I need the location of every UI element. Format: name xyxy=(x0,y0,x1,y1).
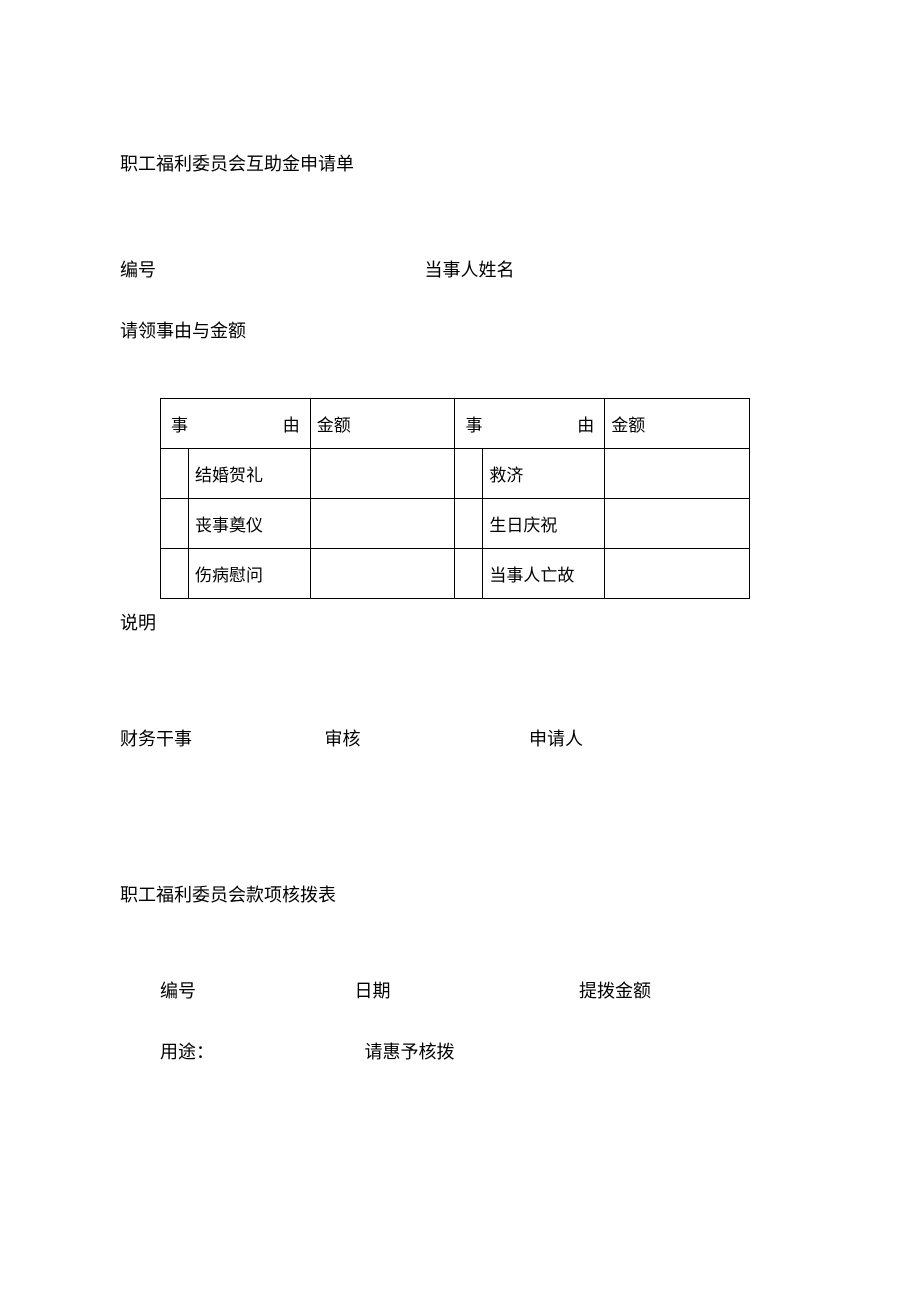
form1-row-fields: 编号 当事人姓名 xyxy=(120,256,800,282)
cell-check-right[interactable] xyxy=(455,449,483,499)
form1-explain-label: 说明 xyxy=(120,609,800,635)
table-row: 结婚贺礼 救济 xyxy=(161,449,750,499)
cell-item-left: 伤病慰问 xyxy=(188,549,310,599)
cell-amount-left[interactable] xyxy=(310,549,455,599)
form1-table-wrapper: 事 由 金额 事 由 金额 结婚贺礼 救济 xyxy=(120,398,800,599)
form1-number-label: 编号 xyxy=(120,256,420,282)
cell-check-right[interactable] xyxy=(455,549,483,599)
cell-item-right: 当事人亡故 xyxy=(483,549,605,599)
header-amount-left: 金额 xyxy=(310,399,455,449)
form2-row1: 编号 日期 提拨金额 xyxy=(120,977,800,1003)
cell-item-right: 生日庆祝 xyxy=(483,499,605,549)
header-reason-char2-right: 由 xyxy=(577,411,594,436)
table-header-row: 事 由 金额 事 由 金额 xyxy=(161,399,750,449)
cell-amount-right[interactable] xyxy=(605,499,750,549)
form2-title: 职工福利委员会款项核拨表 xyxy=(120,881,800,907)
table-row: 丧事奠仪 生日庆祝 xyxy=(161,499,750,549)
header-reason-left: 事 由 xyxy=(161,399,311,449)
form2-approval-label: 请惠予核拨 xyxy=(365,1038,455,1064)
cell-amount-left[interactable] xyxy=(310,449,455,499)
form1-reason-amount-label: 请领事由与金额 xyxy=(120,317,800,343)
cell-item-left: 结婚贺礼 xyxy=(188,449,310,499)
header-reason-char2-left: 由 xyxy=(283,411,300,436)
cell-check-left[interactable] xyxy=(161,549,189,599)
cell-amount-right[interactable] xyxy=(605,449,750,499)
form1-sign-row: 财务干事 审核 申请人 xyxy=(120,725,800,751)
header-reason-char1-left: 事 xyxy=(171,411,188,436)
cell-item-right: 救济 xyxy=(483,449,605,499)
cell-amount-right[interactable] xyxy=(605,549,750,599)
form2-amount-label: 提拨金额 xyxy=(579,977,651,1003)
cell-check-left[interactable] xyxy=(161,449,189,499)
header-reason-right: 事 由 xyxy=(455,399,605,449)
form2-date-label: 日期 xyxy=(355,977,575,1003)
form2-purpose-label: 用途： xyxy=(160,1038,360,1064)
cell-check-left[interactable] xyxy=(161,499,189,549)
cell-amount-left[interactable] xyxy=(310,499,455,549)
header-amount-right: 金额 xyxy=(605,399,750,449)
table-row: 伤病慰问 当事人亡故 xyxy=(161,549,750,599)
sign-finance-label: 财务干事 xyxy=(120,725,320,751)
form1-person-name-label: 当事人姓名 xyxy=(425,256,515,282)
form1-title: 职工福利委员会互助金申请单 xyxy=(120,150,800,176)
sign-review-label: 审核 xyxy=(325,725,525,751)
cell-item-left: 丧事奠仪 xyxy=(188,499,310,549)
sign-applicant-label: 申请人 xyxy=(529,725,583,751)
form2-row2: 用途： 请惠予核拨 xyxy=(120,1038,800,1064)
cell-check-right[interactable] xyxy=(455,499,483,549)
header-reason-char1-right: 事 xyxy=(465,411,482,436)
form2-number-label: 编号 xyxy=(160,977,350,1003)
reason-table: 事 由 金额 事 由 金额 结婚贺礼 救济 xyxy=(160,398,750,599)
